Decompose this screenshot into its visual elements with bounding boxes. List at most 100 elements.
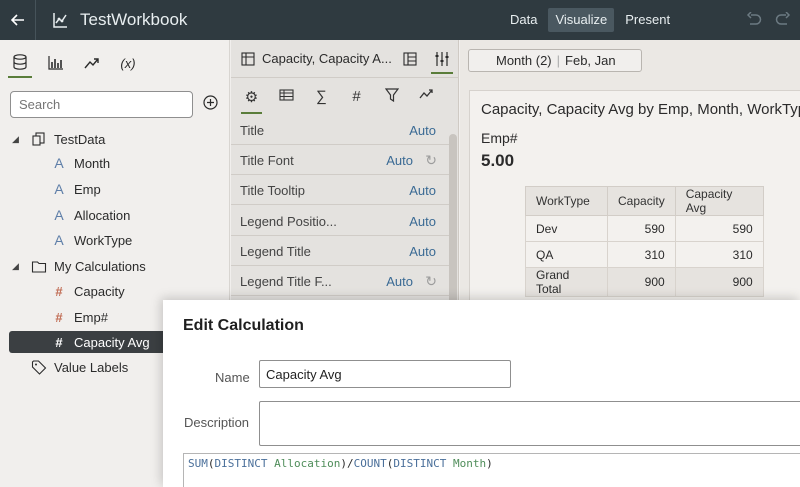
mode-present[interactable]: Present (618, 8, 677, 32)
tree-item-month[interactable]: A Month (50, 152, 110, 174)
expr-keyword: DISTINCT (214, 457, 268, 470)
tree-item-label: Capacity Avg (74, 334, 150, 350)
month-filter[interactable]: Month (2) | Feb, Jan (468, 49, 642, 72)
general-tab[interactable]: ⚙ (241, 88, 262, 114)
prop-value[interactable]: Auto (386, 274, 413, 289)
expr-function: COUNT (353, 457, 387, 470)
values-tab[interactable]: ∑ (311, 88, 332, 114)
reset-icon[interactable]: ↻ (425, 273, 437, 290)
tree-item-emp-count[interactable]: # Emp# (50, 306, 108, 328)
name-label: Name (215, 370, 250, 385)
expr-column: Month (452, 457, 487, 470)
tree-item-emp[interactable]: A Emp (50, 178, 101, 200)
table-cell[interactable]: 310 (607, 241, 676, 268)
filter-icon (384, 88, 399, 102)
tree-item-value-labels[interactable]: Value Labels (30, 356, 128, 378)
prop-label: Title Font (240, 153, 294, 168)
top-bar: TestWorkbook Data Visualize Present (0, 0, 800, 40)
properties-header: Capacity, Capacity A... (231, 40, 459, 78)
analytics-prop-tab[interactable] (416, 88, 437, 114)
table-cell[interactable]: QA (525, 241, 608, 268)
search-input[interactable] (10, 91, 193, 118)
split-view-icon[interactable] (403, 52, 417, 66)
tree-item-label: Emp# (74, 309, 108, 325)
tree-item-testdata[interactable]: ◢ TestData (12, 128, 105, 150)
table-cell[interactable]: 310 (674, 241, 764, 268)
number-tab[interactable]: # (346, 88, 367, 114)
prop-row-legend-title[interactable]: Legend Title Auto (231, 236, 449, 266)
mode-data[interactable]: Data (503, 8, 544, 32)
caret-down-icon[interactable]: ◢ (12, 134, 24, 145)
redo-icon[interactable] (775, 12, 791, 26)
measure-icon: # (55, 283, 63, 299)
workbook-icon (53, 13, 67, 28)
expression-editor[interactable]: SUM(DISTINCT Allocation)/COUNT(DISTINCT … (183, 453, 800, 487)
filter-tab[interactable] (381, 88, 402, 114)
analytics-icon (84, 58, 99, 69)
description-label: Description (184, 415, 250, 430)
table-icon (241, 52, 255, 66)
tree-item-my-calculations[interactable]: ◢ My Calculations (12, 255, 146, 277)
prop-label: Title Tooltip (240, 183, 306, 198)
column-header[interactable]: Capacity (607, 186, 676, 216)
prop-row-title-tooltip[interactable]: Title Tooltip Auto (231, 175, 449, 205)
attribute-icon: A (54, 232, 64, 248)
kpi-label: Emp# (481, 130, 518, 146)
attribute-icon: A (54, 207, 64, 223)
analytics-tab[interactable] (80, 48, 104, 78)
sigma-icon: ∑ (316, 88, 327, 105)
prop-value[interactable]: Auto (409, 123, 436, 138)
viz-title: Capacity, Capacity Avg by Emp, Month, Wo… (481, 101, 800, 118)
caret-down-icon[interactable]: ◢ (12, 261, 24, 272)
name-input[interactable] (259, 360, 511, 388)
expr-keyword: DISTINCT (393, 457, 447, 470)
visualizations-icon (48, 56, 63, 70)
calculations-tab[interactable]: (x) (116, 48, 140, 78)
attribute-icon: A (54, 181, 64, 197)
filter-name: Month (2) (496, 53, 552, 68)
filter-value: Feb, Jan (565, 53, 616, 68)
prop-row-title-font[interactable]: Title Font Auto ↻ (231, 145, 449, 175)
mode-visualize[interactable]: Visualize (548, 8, 615, 32)
undo-icon[interactable] (746, 12, 762, 26)
tree-item-worktype[interactable]: A WorkType (50, 229, 132, 251)
sliders-icon (435, 52, 449, 66)
data-icon (13, 54, 27, 70)
dataset-icon (32, 132, 45, 146)
prop-row-legend-position[interactable]: Legend Positio... Auto (231, 206, 449, 236)
prop-row-title[interactable]: Title Auto (231, 115, 449, 145)
axis-tab[interactable] (276, 88, 297, 114)
properties-tab-button[interactable] (431, 48, 453, 74)
tree-item-capacity-avg[interactable]: # Capacity Avg (9, 331, 166, 353)
tree-item-label: Emp (74, 181, 101, 197)
tree-item-label: Allocation (74, 207, 131, 223)
back-button[interactable] (0, 0, 36, 40)
table-header-row: WorkType Capacity Capacity Avg (525, 186, 764, 216)
hash-icon: # (352, 88, 361, 105)
prop-value[interactable]: Auto (409, 244, 436, 259)
prop-row-legend-title-font[interactable]: Legend Title F... Auto ↻ (231, 266, 449, 296)
dialog-title: Edit Calculation (183, 317, 304, 334)
column-header[interactable]: WorkType (525, 186, 608, 216)
table-row: QA 310 310 (525, 241, 764, 268)
description-input[interactable] (259, 401, 800, 446)
prop-value[interactable]: Auto (409, 183, 436, 198)
tree-item-capacity[interactable]: # Capacity (50, 280, 124, 302)
data-tab[interactable] (8, 48, 32, 78)
column-header[interactable]: Capacity Avg (674, 186, 764, 216)
add-icon[interactable] (203, 95, 218, 110)
table-cell[interactable]: 590 (674, 215, 764, 242)
table-cell[interactable]: Dev (525, 215, 608, 242)
reset-icon[interactable]: ↻ (425, 152, 437, 169)
visualizations-tab[interactable] (44, 48, 68, 78)
tree-item-allocation[interactable]: A Allocation (50, 204, 130, 226)
table-cell[interactable]: Grand Total (525, 267, 608, 297)
trend-icon (419, 89, 433, 99)
table-cell[interactable]: 900 (607, 267, 676, 297)
attribute-icon: A (54, 155, 64, 171)
table-cell[interactable]: 900 (674, 267, 764, 297)
data-panel-tabs: (x) (8, 48, 140, 78)
prop-value[interactable]: Auto (409, 214, 436, 229)
prop-value[interactable]: Auto (386, 153, 413, 168)
table-cell[interactable]: 590 (607, 215, 676, 242)
